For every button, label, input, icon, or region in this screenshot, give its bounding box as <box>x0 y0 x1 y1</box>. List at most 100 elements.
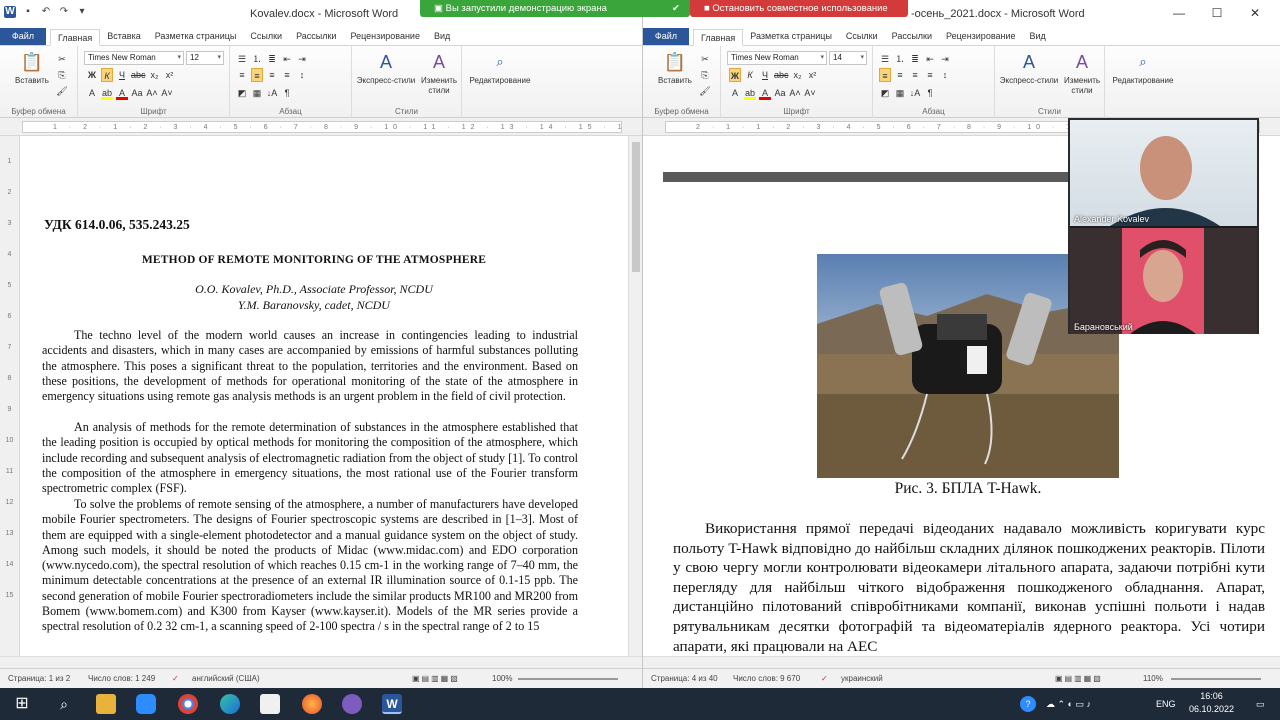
tab-references[interactable]: Ссылки <box>243 28 289 45</box>
word-app-icon[interactable]: W <box>382 694 402 714</box>
superscript-icon[interactable]: x² <box>807 68 819 82</box>
tray-icons[interactable]: ☁ ⌃ ◐ ▭ ♪ <box>1046 688 1091 720</box>
language[interactable]: украинский <box>841 674 883 683</box>
view-buttons[interactable]: ▣▤▥▦▧ <box>1055 674 1103 683</box>
editing-button[interactable]: ⌕ Редактирование <box>1107 50 1179 86</box>
line-spacing-icon[interactable]: ↕ <box>296 68 308 82</box>
format-painter-icon[interactable]: 🖌 <box>699 84 711 98</box>
quick-styles-button[interactable]: A Экспресс-стили <box>999 50 1059 86</box>
page-count[interactable]: Страница: 4 из 40 <box>651 674 718 683</box>
tab-references[interactable]: Ссылки <box>839 28 885 45</box>
change-case-icon[interactable]: Aa <box>131 86 143 100</box>
superscript-icon[interactable]: x² <box>164 68 176 82</box>
zoom-level[interactable]: 110% <box>1143 674 1163 683</box>
font-size-field[interactable]: 14 <box>829 51 867 65</box>
highlight-icon[interactable]: ab <box>101 86 113 100</box>
zoom-level[interactable]: 100% <box>492 674 512 683</box>
align-center-icon[interactable]: ≡ <box>894 68 906 82</box>
align-right-icon[interactable]: ≡ <box>266 68 278 82</box>
italic-icon[interactable]: К <box>744 68 756 82</box>
tab-review[interactable]: Рецензирование <box>939 28 1023 45</box>
keyboard-language[interactable]: ENG <box>1156 688 1176 720</box>
font-name-field[interactable]: Times New Roman <box>727 51 827 65</box>
word-count[interactable]: Число слов: 9 670 <box>733 674 800 683</box>
pilcrow-icon[interactable]: ¶ <box>924 86 936 100</box>
horizontal-scrollbar[interactable] <box>0 656 642 668</box>
tab-file[interactable]: Файл <box>0 28 46 45</box>
sort-icon[interactable]: ↓A <box>909 86 921 100</box>
video-tile-2[interactable]: Барановський <box>1070 228 1257 334</box>
tab-view[interactable]: Вид <box>427 28 457 45</box>
tab-page-layout[interactable]: Разметка страницы <box>148 28 244 45</box>
bold-icon[interactable]: Ж <box>729 68 741 82</box>
stop-sharing-button[interactable]: ■ Остановить совместное использование <box>690 0 908 17</box>
undo-icon[interactable]: ↶ <box>40 6 52 18</box>
tab-file[interactable]: Файл <box>643 28 689 45</box>
increase-indent-icon[interactable]: ⇥ <box>939 52 951 66</box>
notifications-icon[interactable]: ▭ <box>1256 688 1265 720</box>
qat-dropdown-icon[interactable]: ▾ <box>76 6 88 18</box>
document-page[interactable]: УДК 614.0.06, 535.243.25 METHOD OF REMOT… <box>22 142 606 662</box>
file-explorer-icon[interactable] <box>96 694 116 714</box>
pilcrow-icon[interactable]: ¶ <box>281 86 293 100</box>
borders-icon[interactable]: ▦ <box>251 86 263 100</box>
change-styles-button[interactable]: A Изменить стили <box>418 50 460 96</box>
vertical-scrollbar[interactable] <box>628 136 642 656</box>
font-name-field[interactable]: Times New Roman <box>84 51 184 65</box>
shading-icon[interactable]: ◩ <box>879 86 891 100</box>
multilevel-icon[interactable]: ≣ <box>909 52 921 66</box>
proofing-icon[interactable]: ✓ <box>821 674 828 683</box>
scroll-thumb[interactable] <box>632 142 640 272</box>
video-tile-1[interactable]: Alexander Kovalev <box>1070 120 1257 226</box>
cut-icon[interactable]: ✂ <box>699 52 711 66</box>
format-painter-icon[interactable]: 🖌 <box>56 84 68 98</box>
justify-icon[interactable]: ≡ <box>281 68 293 82</box>
tab-mailings[interactable]: Рассылки <box>885 28 939 45</box>
bold-icon[interactable]: Ж <box>86 68 98 82</box>
folder-icon[interactable] <box>260 694 280 714</box>
document-area[interactable]: 1 2 3 4 5 6 7 8 9 10 11 12 13 14 15 УДК 614.0.06, 535.… <box>0 136 642 656</box>
language[interactable]: английский (США) <box>192 674 260 683</box>
zoom-app-icon[interactable] <box>136 694 156 714</box>
firefox-icon[interactable] <box>302 694 322 714</box>
shading-icon[interactable]: ◩ <box>236 86 248 100</box>
copy-icon[interactable]: ⎘ <box>56 68 68 82</box>
close-icon[interactable]: ✕ <box>1238 4 1272 22</box>
change-styles-button[interactable]: A Изменить стили <box>1061 50 1103 96</box>
view-buttons[interactable]: ▣▤▥▦▧ <box>412 674 460 683</box>
align-left-icon[interactable]: ≡ <box>879 68 891 82</box>
change-case-icon[interactable]: Aa <box>774 86 786 100</box>
help-icon[interactable]: ? <box>1020 688 1036 720</box>
tab-page-layout[interactable]: Разметка страницы <box>743 28 839 45</box>
text-effects-icon[interactable]: A <box>729 86 741 100</box>
grow-font-icon[interactable]: A˄ <box>789 86 801 100</box>
justify-icon[interactable]: ≡ <box>924 68 936 82</box>
numbering-icon[interactable]: ⒈ <box>894 52 906 66</box>
chrome-icon[interactable] <box>178 694 198 714</box>
bullets-icon[interactable]: ☰ <box>879 52 891 66</box>
underline-icon[interactable]: Ч <box>116 68 128 82</box>
decrease-indent-icon[interactable]: ⇤ <box>924 52 936 66</box>
sort-icon[interactable]: ↓A <box>266 86 278 100</box>
redo-icon[interactable]: ↷ <box>58 6 70 18</box>
subscript-icon[interactable]: x₂ <box>792 68 804 82</box>
editing-button[interactable]: ⌕ Редактирование <box>464 50 536 86</box>
underline-icon[interactable]: Ч <box>759 68 771 82</box>
multilevel-icon[interactable]: ≣ <box>266 52 278 66</box>
proofing-icon[interactable]: ✓ <box>172 674 179 683</box>
grow-font-icon[interactable]: A˄ <box>146 86 158 100</box>
align-left-icon[interactable]: ≡ <box>236 68 248 82</box>
paste-button[interactable]: 📋 Вставить <box>653 50 697 86</box>
font-color-icon[interactable]: A <box>759 86 771 100</box>
word-count[interactable]: Число слов: 1 249 <box>88 674 155 683</box>
zoom-slider[interactable] <box>518 678 618 680</box>
quick-styles-button[interactable]: A Экспресс-стили <box>356 50 416 86</box>
maximize-icon[interactable]: ☐ <box>1200 4 1234 22</box>
bullets-icon[interactable]: ☰ <box>236 52 248 66</box>
minimize-icon[interactable]: — <box>1162 4 1196 22</box>
font-color-icon[interactable]: A <box>116 86 128 100</box>
tab-view[interactable]: Вид <box>1023 28 1053 45</box>
zoom-slider[interactable] <box>1171 678 1261 680</box>
paste-button[interactable]: 📋 Вставить <box>10 50 54 86</box>
numbering-icon[interactable]: ⒈ <box>251 52 263 66</box>
